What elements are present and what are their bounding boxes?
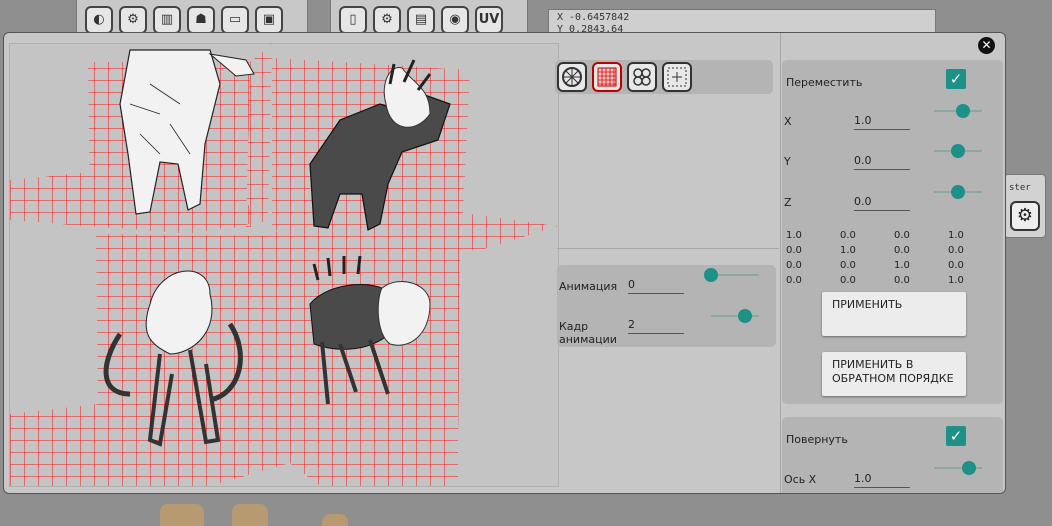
sphere-icon <box>562 67 582 87</box>
bg-side-label: ster <box>1009 183 1031 193</box>
move-checkbox[interactable]: ✓ <box>946 69 966 89</box>
bg-coords-line1: X -0.6457842 <box>557 12 630 23</box>
apply-reverse-label-line2: ОБРАТНОМ ПОРЯДКЕ <box>832 372 954 385</box>
model-body <box>309 284 391 350</box>
mode-toolbar <box>555 60 773 94</box>
view-front <box>10 44 272 234</box>
rotate-axis-input[interactable]: 1.0 <box>854 471 910 488</box>
transform-dialog: ✕ Анимация 0 Кадр анимации 2 Переместить… <box>3 32 1006 494</box>
frame-label-line2: анимации <box>559 333 617 346</box>
rotate-checkbox[interactable]: ✓ <box>946 426 966 446</box>
matrix-cell: 0.0 <box>840 230 856 241</box>
transform-matrix: 1.0 0.0 0.0 1.0 0.0 1.0 0.0 0.0 0.0 0.0 … <box>786 228 1002 288</box>
matrix-cell: 0.0 <box>786 275 802 286</box>
rotate-title: Повернуть <box>786 433 848 446</box>
x-slider-thumb[interactable] <box>955 104 970 118</box>
frame-input[interactable]: 2 <box>628 317 684 334</box>
bg-settings-icon[interactable]: ⚙ <box>373 5 401 34</box>
matrix-cell: 1.0 <box>786 230 802 241</box>
matrix-cell: 1.0 <box>840 245 856 256</box>
frame-slider-thumb[interactable] <box>737 309 752 323</box>
move-panel: Переместить ✓ X 1.0 Y 0.0 Z 0.0 1.0 0.0 … <box>782 60 1003 404</box>
frame-slider-track[interactable] <box>711 315 759 317</box>
bg-crop-icon[interactable]: ▣ <box>255 5 283 34</box>
view-other <box>268 244 460 486</box>
bg-frame-icon[interactable]: ▭ <box>221 5 249 34</box>
bg-model-foot <box>160 504 204 526</box>
z-label: Z <box>784 196 792 209</box>
bg-gear-icon[interactable]: ⚙ <box>119 5 147 34</box>
apply-reverse-button[interactable]: ПРИМЕНИТЬ В ОБРАТНОМ ПОРЯДКЕ <box>822 352 966 396</box>
model-preview[interactable] <box>9 43 559 487</box>
matrix-cell: 1.0 <box>948 230 964 241</box>
y-label: Y <box>784 155 791 168</box>
matrix-row: 0.0 0.0 1.0 0.0 <box>786 258 1002 273</box>
bg-trash-icon[interactable]: ▥ <box>153 5 181 34</box>
bg-save-icon[interactable]: ▤ <box>407 5 435 34</box>
bg-uv-button[interactable]: UV <box>475 5 503 34</box>
matrix-cell: 0.0 <box>894 230 910 241</box>
bg-file-icon[interactable]: ▯ <box>339 5 367 34</box>
animation-slider-thumb[interactable] <box>704 268 718 282</box>
z-input[interactable]: 0.0 <box>854 194 910 211</box>
matrix-row: 0.0 0.0 0.0 1.0 <box>786 273 1002 288</box>
sphere-mode-button[interactable] <box>557 62 587 92</box>
animation-label: Анимация <box>559 280 618 293</box>
bg-model-foot <box>232 504 268 526</box>
matrix-cell: 0.0 <box>840 260 856 271</box>
matrix-cell: 0.0 <box>948 260 964 271</box>
preview-canvas <box>10 44 558 486</box>
bg-side-gear-icon[interactable]: ⚙ <box>1010 201 1040 231</box>
frame-label: Кадр анимации <box>559 320 617 346</box>
matrix-row: 0.0 1.0 0.0 0.0 <box>786 243 1002 258</box>
z-slider-thumb[interactable] <box>951 185 965 199</box>
animation-slider-track[interactable] <box>711 274 759 276</box>
matrix-cell: 0.0 <box>894 275 910 286</box>
matrix-row: 1.0 0.0 0.0 1.0 <box>786 228 1002 243</box>
animation-panel: Анимация 0 Кадр анимации 2 <box>557 265 776 347</box>
bg-model-foot <box>322 514 348 526</box>
matrix-cell: 0.0 <box>786 245 802 256</box>
frame-label-line1: Кадр <box>559 320 589 333</box>
grid-mode-button[interactable] <box>592 62 622 92</box>
matrix-cell: 0.0 <box>948 245 964 256</box>
pivot-mode-button[interactable] <box>662 62 692 92</box>
x-label: X <box>784 115 792 128</box>
column-divider <box>557 248 779 249</box>
bg-camera-icon[interactable]: ◉ <box>441 5 469 34</box>
rotate-slider-thumb[interactable] <box>962 461 976 475</box>
multi-sphere-mode-button[interactable] <box>627 62 657 92</box>
animation-input[interactable]: 0 <box>628 277 684 294</box>
apply-button[interactable]: ПРИМЕНИТЬ <box>822 292 966 336</box>
matrix-cell: 1.0 <box>948 275 964 286</box>
rotate-panel: Повернуть ✓ Ось X 1.0 <box>782 417 1003 493</box>
matrix-cell: 0.0 <box>786 260 802 271</box>
move-title: Переместить <box>786 76 863 89</box>
apply-reverse-label-line1: ПРИМЕНИТЬ В <box>832 358 914 371</box>
bg-tool-icon[interactable]: ◐ <box>85 5 113 34</box>
matrix-cell: 0.0 <box>840 275 856 286</box>
multi-sphere-icon <box>633 68 651 86</box>
matrix-cell: 0.0 <box>894 245 910 256</box>
x-input[interactable]: 1.0 <box>854 113 910 130</box>
grid-icon <box>597 67 617 87</box>
rotate-axis-label: Ось X <box>784 473 817 486</box>
view-side <box>268 58 558 250</box>
y-slider-thumb[interactable] <box>951 144 965 158</box>
pivot-icon <box>667 67 687 87</box>
matrix-cell: 1.0 <box>894 260 910 271</box>
bg-side-panel: ster ⚙ <box>1004 174 1046 238</box>
bg-people-icon[interactable]: ☗ <box>187 5 215 34</box>
y-input[interactable]: 0.0 <box>854 153 910 170</box>
